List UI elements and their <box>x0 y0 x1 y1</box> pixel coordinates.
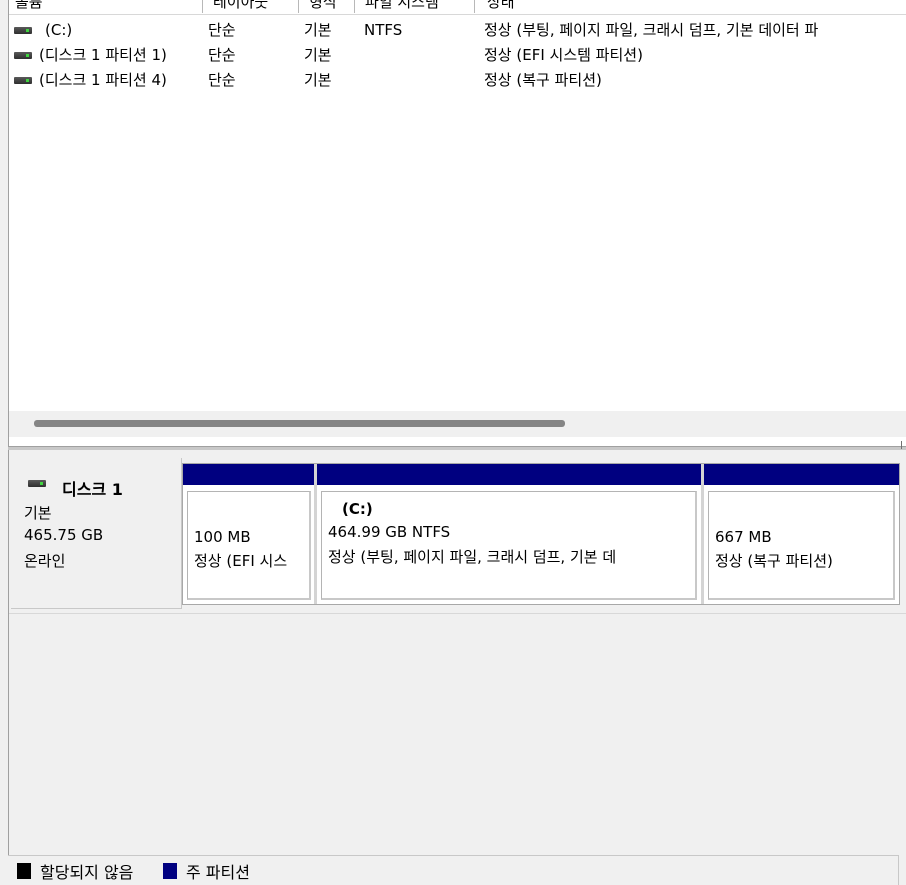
volume-type: 기본 <box>304 46 332 64</box>
column-header: 볼륨 레이아웃 형식 파일 시스템 상태 <box>9 0 906 15</box>
disk-name: 디스크 1 <box>62 480 123 499</box>
partition-status: 정상 (부팅, 페이지 파일, 크래시 덤프, 기본 데 <box>328 548 617 566</box>
partition-header <box>317 464 701 485</box>
legend-unallocated: 할당되지 않음 <box>40 863 134 882</box>
volume-fs: NTFS <box>364 21 403 39</box>
drive-icon <box>28 480 46 487</box>
partition-header <box>183 464 315 485</box>
scrollbar-thumb[interactable] <box>34 420 565 427</box>
partition-header <box>704 464 899 485</box>
partition-body: 667 MB 정상 (복구 파티션) <box>708 491 895 600</box>
column-volume[interactable]: 볼륨 <box>9 0 203 13</box>
partition-label: (C:) <box>342 500 373 518</box>
primary-swatch <box>163 863 177 879</box>
volume-row[interactable]: (C:) 단순 기본 NTFS 정상 (부팅, 페이지 파일, 크래시 덤프, … <box>9 18 906 43</box>
column-filesystem[interactable]: 파일 시스템 <box>355 0 475 13</box>
partition-status: 정상 (EFI 시스 <box>194 552 288 570</box>
partition-size: 100 MB <box>194 528 251 546</box>
volume-name: (디스크 1 파티션 1) <box>39 46 167 64</box>
volume-status: 정상 (부팅, 페이지 파일, 크래시 덤프, 기본 데이터 파 <box>484 21 819 39</box>
volume-row[interactable]: (디스크 1 파티션 1) 단순 기본 정상 (EFI 시스템 파티션) <box>9 43 906 68</box>
legend: 할당되지 않음 주 파티션 <box>8 855 899 885</box>
drive-icon <box>14 52 32 59</box>
empty-area <box>9 613 906 884</box>
volume-layout: 단순 <box>208 46 236 64</box>
volume-layout: 단순 <box>208 21 236 39</box>
partition-body: 100 MB 정상 (EFI 시스 <box>187 491 311 600</box>
legend-primary: 주 파티션 <box>186 863 250 882</box>
drive-icon <box>14 27 32 34</box>
partition-size: 667 MB <box>715 528 772 546</box>
unallocated-swatch <box>17 863 31 879</box>
disk-state: 온라인 <box>24 552 66 570</box>
disk-info[interactable]: 디스크 1 기본 465.75 GB 온라인 <box>11 458 182 609</box>
disk-map: 디스크 1 기본 465.75 GB 온라인 100 MB 정상 (EFI 시스… <box>8 450 906 884</box>
partition-bar: 100 MB 정상 (EFI 시스 (C:) 464.99 GB NTFS 정상… <box>182 463 900 605</box>
horizontal-scrollbar[interactable] <box>9 411 906 437</box>
column-layout[interactable]: 레이아웃 <box>203 0 299 13</box>
volume-name: (디스크 1 파티션 4) <box>39 71 167 89</box>
disk-kind: 기본 <box>24 504 52 522</box>
partition-body: (C:) 464.99 GB NTFS 정상 (부팅, 페이지 파일, 크래시 … <box>321 491 697 600</box>
volume-row[interactable]: (디스크 1 파티션 4) 단순 기본 정상 (복구 파티션) <box>9 68 906 93</box>
volume-name: (C:) <box>45 21 73 39</box>
volume-layout: 단순 <box>208 71 236 89</box>
column-status[interactable]: 상태 <box>475 0 906 13</box>
volume-status: 정상 (복구 파티션) <box>484 71 602 89</box>
column-type[interactable]: 형식 <box>299 0 355 13</box>
disk-size: 465.75 GB <box>24 526 104 544</box>
partition-recovery[interactable]: 667 MB 정상 (복구 파티션) <box>704 464 899 604</box>
partition-efi[interactable]: 100 MB 정상 (EFI 시스 <box>183 464 315 604</box>
partition-c[interactable]: (C:) 464.99 GB NTFS 정상 (부팅, 페이지 파일, 크래시 … <box>317 464 701 604</box>
volume-list: 볼륨 레이아웃 형식 파일 시스템 상태 (C:) 단순 기본 NTFS 정상 … <box>8 0 906 448</box>
partition-status: 정상 (복구 파티션) <box>715 552 833 570</box>
partition-size: 464.99 GB NTFS <box>328 523 451 541</box>
drive-icon <box>14 77 32 84</box>
volume-status: 정상 (EFI 시스템 파티션) <box>484 46 643 64</box>
volume-type: 기본 <box>304 21 332 39</box>
volume-type: 기본 <box>304 71 332 89</box>
